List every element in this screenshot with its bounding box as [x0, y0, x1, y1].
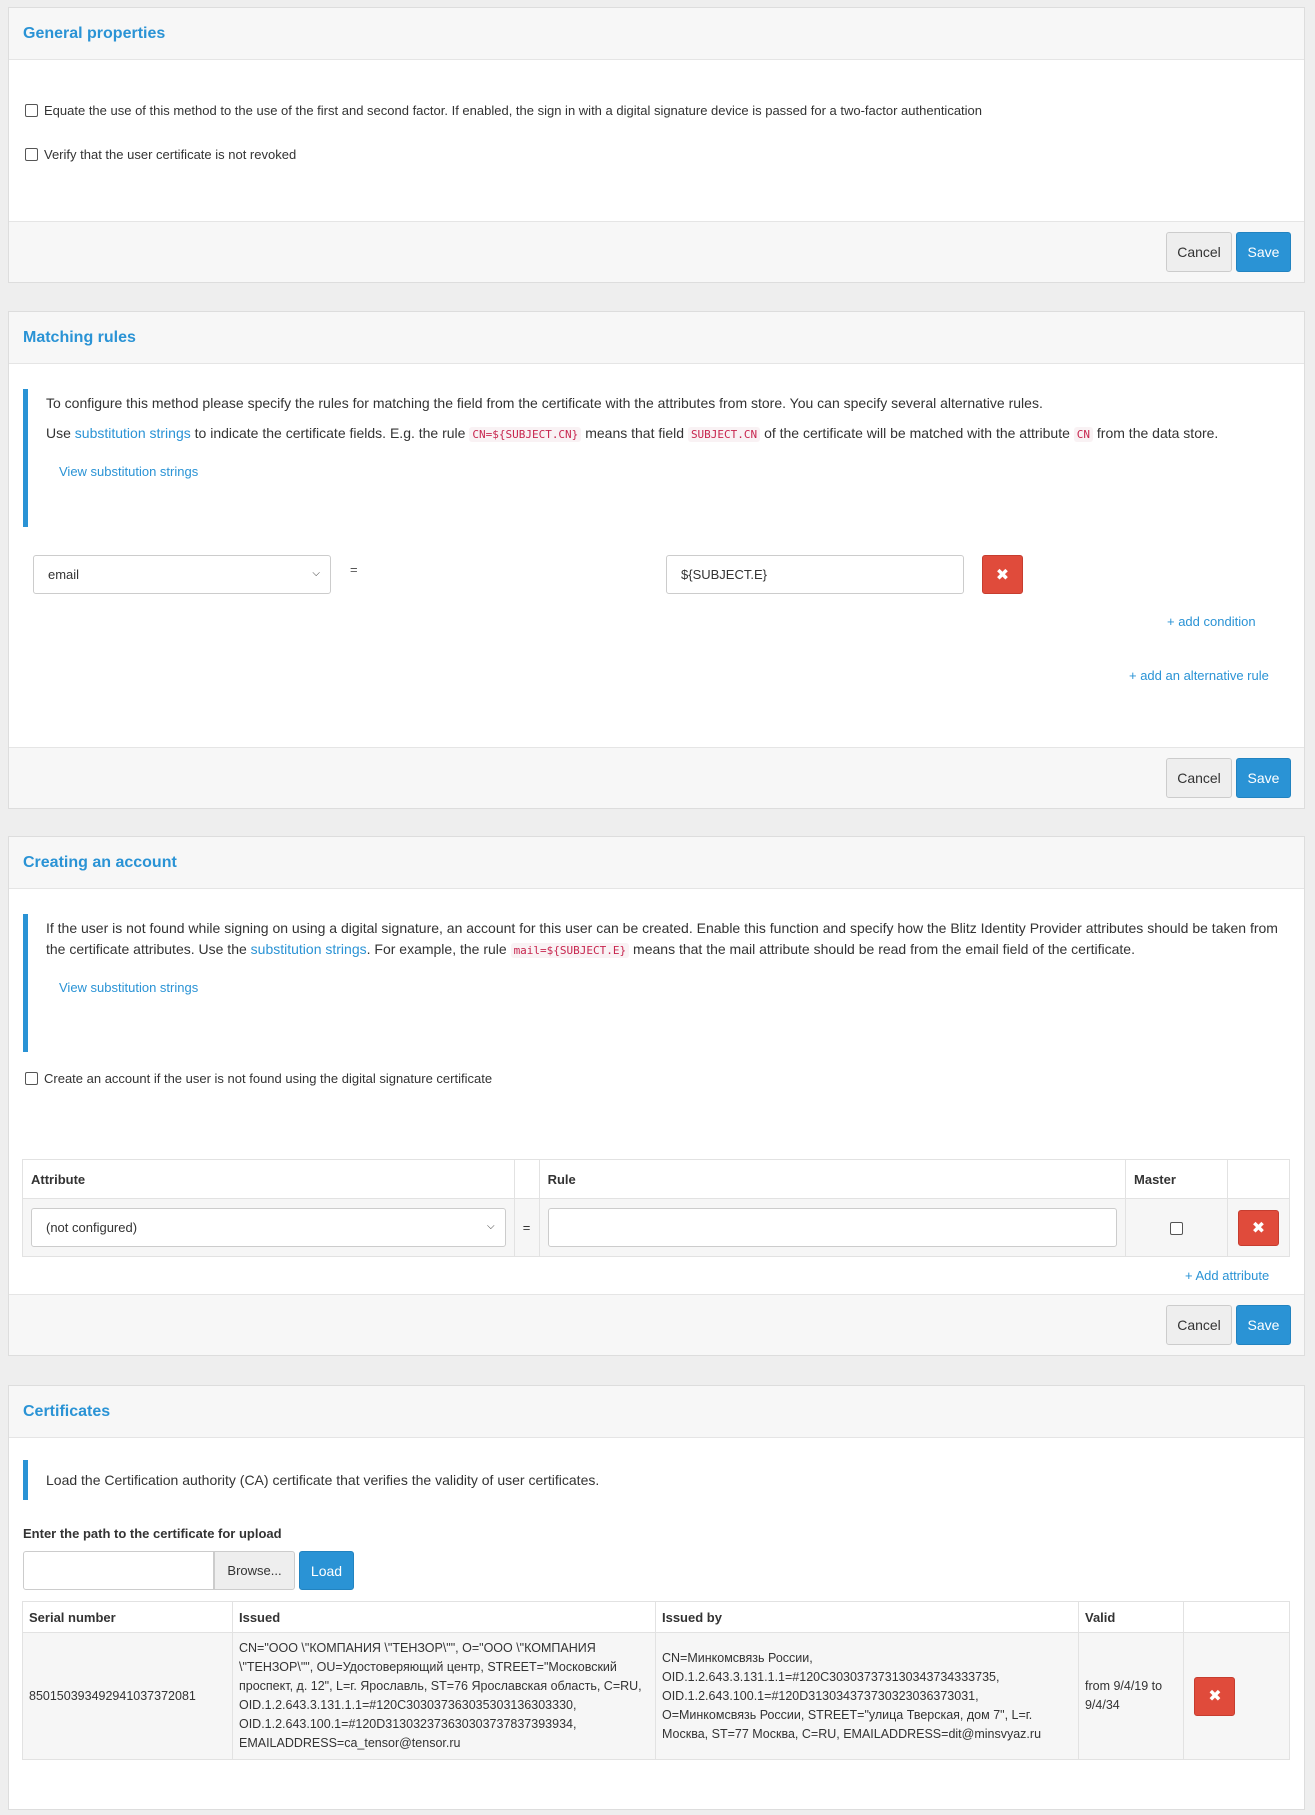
times-icon: ✖ — [1251, 1219, 1266, 1237]
table-header-row: Attribute Rule Master — [22, 1159, 1291, 1199]
save-button[interactable]: Save — [1236, 758, 1291, 798]
times-icon: ✖ — [1208, 1687, 1222, 1705]
issued-by-cell: CN=Минкомсвязь России, OID.1.2.643.3.131… — [654, 1632, 1079, 1760]
match-attribute-select[interactable]: email ⌵ — [33, 555, 331, 594]
verify-revoked-checkbox[interactable] — [25, 148, 38, 161]
matching-info-mid2: means that field — [585, 425, 685, 441]
matching-info-callout: To configure this method please specify … — [23, 389, 1290, 527]
load-button[interactable]: Load — [299, 1551, 354, 1590]
col-serial-number: Serial number — [22, 1601, 233, 1633]
matching-rules-title: Matching rules — [9, 312, 1304, 364]
certificate-path-input[interactable] — [23, 1551, 214, 1590]
matching-info-line1: To configure this method please specify … — [46, 395, 1043, 411]
chevron-down-icon: ⌵ — [312, 568, 320, 579]
col-issued: Issued — [231, 1601, 656, 1633]
verify-revoked-checkbox-row[interactable]: Verify that the user certificate is not … — [25, 147, 296, 162]
matching-use-text: Use — [46, 425, 71, 441]
add-condition-link[interactable]: + add condition — [1167, 614, 1256, 629]
certificates-panel: Certificates Load the Certification auth… — [8, 1385, 1305, 1810]
general-properties-footer: Cancel Save — [9, 221, 1304, 282]
col-master: Master — [1125, 1159, 1228, 1199]
general-properties-panel: General properties Equate the use of thi… — [8, 7, 1305, 283]
match-rule-value: ${SUBJECT.E} — [681, 567, 767, 582]
equals-sign: = — [513, 1198, 540, 1257]
matching-info-mid1: to indicate the certificate fields. E.g.… — [194, 425, 466, 441]
rule-cell — [538, 1198, 1127, 1257]
save-button[interactable]: Save — [1236, 232, 1291, 272]
equals-sign: = — [350, 562, 358, 577]
matching-info-mid3: of the certificate will be matched with … — [764, 425, 1070, 441]
valid-cell: from 9/4/19 to 9/4/34 — [1077, 1632, 1185, 1760]
matching-code-attr: CN — [1073, 427, 1094, 442]
col-valid: Valid — [1077, 1601, 1185, 1633]
creating-info-callout: If the user is not found while signing o… — [23, 914, 1290, 1052]
certificates-title: Certificates — [9, 1386, 1304, 1438]
create-account-checkbox[interactable] — [25, 1072, 38, 1085]
add-alternative-rule-link[interactable]: + add an alternative rule — [1129, 668, 1269, 683]
account-attribute-select[interactable]: (not configured) ⌵ — [31, 1208, 506, 1247]
times-icon: ✖ — [995, 566, 1010, 584]
general-properties-title: General properties — [9, 8, 1304, 60]
table-header-row: Serial number Issued Issued by Valid — [22, 1601, 1290, 1633]
upload-path-label: Enter the path to the certificate for up… — [23, 1526, 282, 1541]
serial-number-cell: 850150393492941037372081 — [22, 1632, 233, 1760]
certificates-table: Serial number Issued Issued by Valid 850… — [22, 1601, 1290, 1760]
create-account-checkbox-label[interactable]: Create an account if the user is not fou… — [44, 1071, 492, 1086]
match-attribute-value: email — [48, 567, 80, 582]
add-attribute-link[interactable]: + Add attribute — [1185, 1268, 1269, 1283]
match-rule-input[interactable]: ${SUBJECT.E} — [666, 555, 964, 594]
cancel-button[interactable]: Cancel — [1166, 232, 1232, 272]
actions-cell: ✖ — [1183, 1632, 1290, 1760]
matching-code-rule: CN=${SUBJECT.CN} — [469, 427, 582, 442]
verify-revoked-checkbox-label[interactable]: Verify that the user certificate is not … — [44, 147, 296, 162]
table-row: (not configured) ⌵ = ✖ — [22, 1198, 1291, 1257]
col-attribute: Attribute — [22, 1159, 515, 1199]
creating-account-footer: Cancel Save — [9, 1294, 1304, 1355]
cancel-button[interactable]: Cancel — [1166, 1305, 1232, 1345]
actions-cell: ✖ — [1226, 1198, 1291, 1257]
issued-cell: CN="ООО \"КОМПАНИЯ \"ТЕНЗОР\"", O="ООО \… — [231, 1632, 656, 1760]
creating-info-part3: means that the mail attribute should be … — [633, 941, 1135, 957]
matching-code-field: SUBJECT.CN — [687, 427, 761, 442]
matching-rules-footer: Cancel Save — [9, 747, 1304, 808]
table-row: 850150393492941037372081 CN="ООО \"КОМПА… — [22, 1632, 1290, 1760]
col-issued-by: Issued by — [654, 1601, 1079, 1633]
view-substitution-strings-link[interactable]: View substitution strings — [59, 977, 1290, 998]
matching-info-end: from the data store. — [1096, 425, 1219, 441]
master-cell — [1125, 1198, 1228, 1257]
matching-rules-panel: Matching rules To configure this method … — [8, 311, 1305, 809]
master-checkbox[interactable] — [1169, 1222, 1183, 1236]
two-factor-checkbox[interactable] — [25, 104, 38, 117]
browse-button[interactable]: Browse... — [214, 1551, 295, 1590]
creating-account-panel: Creating an account If the user is not f… — [8, 836, 1305, 1356]
view-substitution-strings-link[interactable]: View substitution strings — [59, 461, 1290, 482]
attribute-mapping-table: Attribute Rule Master (not configured) ⌵… — [22, 1159, 1291, 1257]
creating-info-part2: . For example, the rule — [366, 941, 507, 957]
col-rule: Rule — [538, 1159, 1127, 1199]
delete-attribute-button[interactable]: ✖ — [1237, 1209, 1279, 1246]
creating-code-rule: mail=${SUBJECT.E} — [510, 943, 630, 958]
account-rule-input[interactable] — [547, 1208, 1118, 1247]
two-factor-checkbox-label[interactable]: Equate the use of this method to the use… — [44, 103, 982, 118]
matching-info-line2: Use substitution strings to indicate the… — [46, 423, 1290, 445]
substitution-strings-link[interactable]: substitution strings — [75, 425, 191, 441]
save-button[interactable]: Save — [1236, 1305, 1291, 1345]
create-account-checkbox-row[interactable]: Create an account if the user is not fou… — [25, 1071, 492, 1086]
certificates-info-callout: Load the Certification authority (CA) ce… — [23, 1460, 1290, 1500]
cancel-button[interactable]: Cancel — [1166, 758, 1232, 798]
col-actions — [1183, 1601, 1290, 1633]
two-factor-checkbox-row[interactable]: Equate the use of this method to the use… — [25, 103, 982, 118]
substitution-strings-link[interactable]: substitution strings — [251, 941, 367, 957]
creating-info-text: If the user is not found while signing o… — [46, 918, 1290, 961]
creating-account-title: Creating an account — [9, 837, 1304, 889]
chevron-down-icon: ⌵ — [487, 1221, 495, 1232]
account-attribute-value: (not configured) — [46, 1220, 138, 1235]
delete-condition-button[interactable]: ✖ — [982, 555, 1023, 594]
attribute-cell: (not configured) ⌵ — [22, 1198, 515, 1257]
col-actions — [1226, 1159, 1291, 1199]
delete-certificate-button[interactable]: ✖ — [1194, 1676, 1236, 1716]
col-equals — [513, 1159, 540, 1199]
certificates-info-text: Load the Certification authority (CA) ce… — [46, 1471, 600, 1488]
